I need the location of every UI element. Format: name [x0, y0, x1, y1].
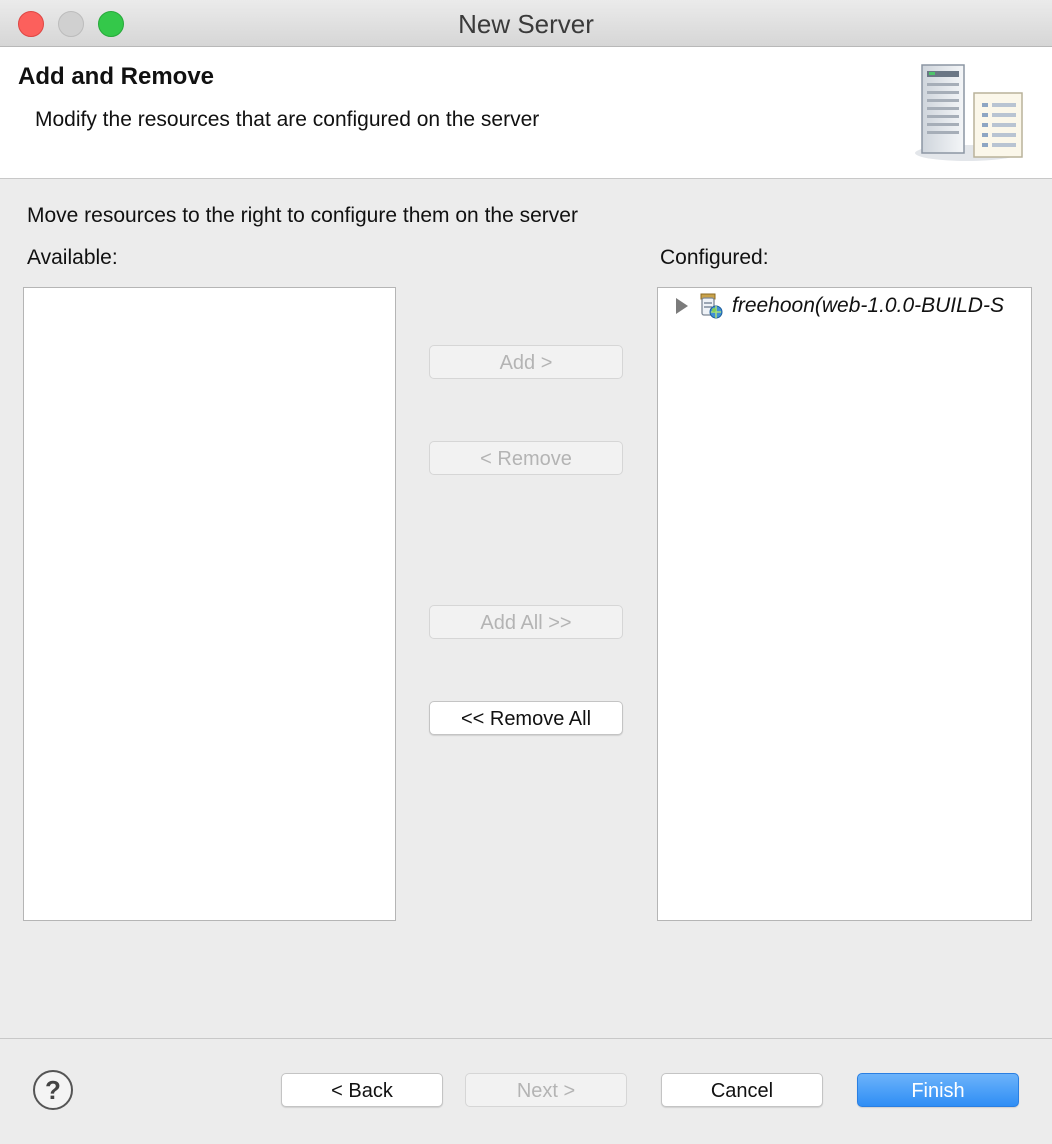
remove-button[interactable]: < Remove [429, 441, 623, 475]
expand-arrow-icon[interactable] [676, 298, 688, 314]
add-button[interactable]: Add > [429, 345, 623, 379]
web-project-icon [700, 293, 723, 319]
list-item[interactable]: freehoon(web-1.0.0-BUILD-S [676, 292, 1004, 320]
instructions-text: Move resources to the right to configure… [27, 204, 578, 227]
footer-divider [0, 1038, 1052, 1039]
next-button[interactable]: Next > [465, 1073, 627, 1107]
finish-button[interactable]: Finish [857, 1073, 1019, 1107]
available-resources-list[interactable] [23, 287, 396, 921]
page-title: Add and Remove [18, 63, 215, 90]
new-server-dialog: New Server Add and Remove Modify the res… [0, 0, 1052, 1144]
wizard-header: Add and Remove Modify the resources that… [0, 47, 1052, 179]
title-bar[interactable]: New Server [0, 0, 1052, 47]
server-wizard-icon [915, 64, 1023, 161]
configured-label: Configured: [660, 246, 769, 269]
remove-all-button[interactable]: << Remove All [429, 701, 623, 735]
back-button[interactable]: < Back [281, 1073, 443, 1107]
add-all-button[interactable]: Add All >> [429, 605, 623, 639]
help-icon[interactable]: ? [33, 1070, 73, 1110]
cancel-button[interactable]: Cancel [661, 1073, 823, 1107]
available-label: Available: [27, 246, 118, 269]
configured-resources-list[interactable]: freehoon(web-1.0.0-BUILD-S [657, 287, 1032, 921]
page-description: Modify the resources that are configured… [35, 108, 540, 131]
window-title: New Server [458, 9, 594, 39]
list-item-label: freehoon(web-1.0.0-BUILD-S [732, 294, 1004, 317]
